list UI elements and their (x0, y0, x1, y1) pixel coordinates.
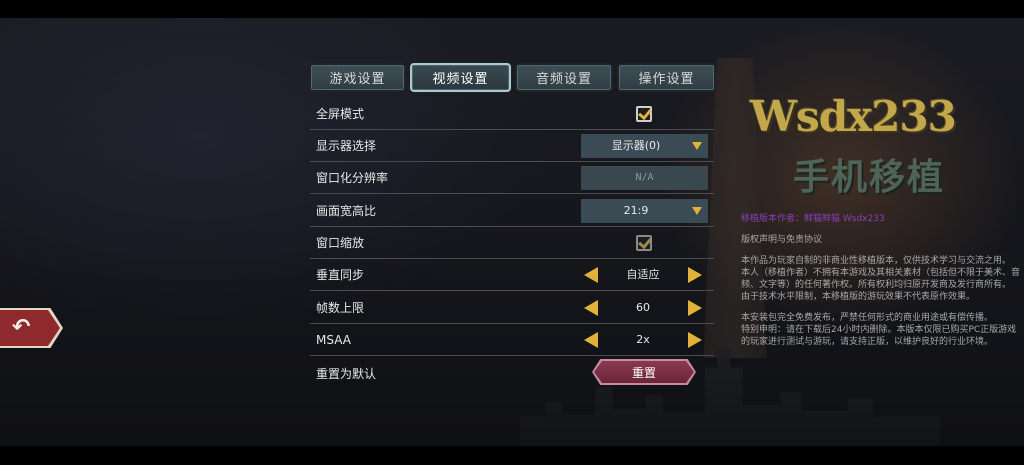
fullscreen-label: 全屏模式 (316, 107, 365, 121)
copyright-notice: 移植版本作者：鲜猫鲜猫 Wsdx233 版权声明与免责协议 本作品为玩家自制的非… (741, 213, 1021, 348)
setting-row-window-resolution: 窗口化分辨率 N/A (310, 162, 714, 194)
setting-row-reset: 重置为默认 重置 (310, 358, 714, 390)
vsync-value: 自适应 (626, 268, 660, 281)
notice-author: 移植版本作者：鲜猫鲜猫 Wsdx233 (741, 214, 885, 224)
reset-button[interactable]: 重置 (594, 361, 694, 383)
fps-limit-value: 60 (636, 301, 650, 314)
notice-paragraph-1: 本作品为玩家自制的非商业性移植版本，仅供技术学习与交流之用。 (741, 256, 1012, 266)
setting-row-display: 显示器选择 显示器(0) (310, 130, 714, 162)
fps-limit-next-arrow-icon[interactable] (688, 300, 702, 316)
notice-paragraph-2: 本人（移植作者）不拥有本游戏及其相关素材（包括但不限于美术、音频、文字等）的任何… (741, 268, 1021, 290)
aspect-ratio-select[interactable]: 21:9 (581, 199, 708, 223)
reset-label: 重置为默认 (316, 367, 377, 381)
window-scale-checkbox[interactable] (636, 235, 652, 251)
aspect-ratio-label: 画面宽高比 (316, 204, 377, 218)
tab-control-settings[interactable]: 操作设置 (617, 63, 716, 92)
setting-row-vsync: 垂直同步 自适应 (310, 259, 714, 291)
display-label: 显示器选择 (316, 139, 377, 153)
tab-video-settings[interactable]: 视频设置 (410, 63, 511, 92)
notice-paragraph-4: 本安装包完全免费发布，严禁任何形式的商业用途或有偿传播。 (741, 313, 994, 323)
display-select[interactable]: 显示器(0) (581, 134, 708, 158)
tab-audio-settings[interactable]: 音频设置 (515, 63, 613, 92)
back-arrow-icon: ↶ (12, 315, 31, 340)
msaa-prev-arrow-icon[interactable] (584, 332, 598, 348)
logo-title: Wsdx233 (750, 92, 957, 141)
setting-row-fullscreen: 全屏模式 (310, 98, 714, 130)
notice-paragraph-5: 特别申明：请在下载后24小时内删除。本版本仅限已购买PC正版游戏的玩家进行测试与… (741, 325, 1017, 347)
vsync-label: 垂直同步 (316, 268, 365, 282)
fps-limit-prev-arrow-icon[interactable] (584, 300, 598, 316)
msaa-label: MSAA (316, 333, 351, 347)
display-select-value: 显示器(0) (611, 139, 661, 152)
msaa-next-arrow-icon[interactable] (688, 332, 702, 348)
fps-limit-label: 帧数上限 (316, 301, 365, 315)
dropdown-arrow-icon (692, 207, 702, 215)
aspect-ratio-value: 21:9 (623, 204, 649, 217)
logo-subtitle: 手机移植 (793, 157, 946, 198)
setting-row-msaa: MSAA 2x (310, 324, 714, 356)
vsync-next-arrow-icon[interactable] (688, 267, 702, 283)
setting-row-fps-limit: 帧数上限 60 (310, 292, 714, 324)
window-resolution-value: N/A (635, 172, 654, 183)
notice-heading: 版权声明与免责协议 (741, 235, 823, 245)
notice-paragraph-3: 由于技术水平限制，本移植版的游玩效果不代表原作效果。 (741, 292, 976, 302)
setting-row-aspect-ratio: 画面宽高比 21:9 (310, 195, 714, 227)
tab-game-settings[interactable]: 游戏设置 (309, 63, 406, 92)
window-resolution-select[interactable]: N/A (581, 166, 708, 190)
dropdown-arrow-icon (692, 142, 702, 150)
msaa-value: 2x (636, 333, 650, 346)
window-scale-label: 窗口缩放 (316, 236, 365, 250)
fullscreen-checkbox[interactable] (636, 106, 652, 122)
setting-row-window-scale: 窗口缩放 (310, 227, 714, 259)
back-button[interactable]: ↶ (0, 310, 60, 346)
vsync-prev-arrow-icon[interactable] (584, 267, 598, 283)
window-resolution-label: 窗口化分辨率 (316, 171, 389, 185)
